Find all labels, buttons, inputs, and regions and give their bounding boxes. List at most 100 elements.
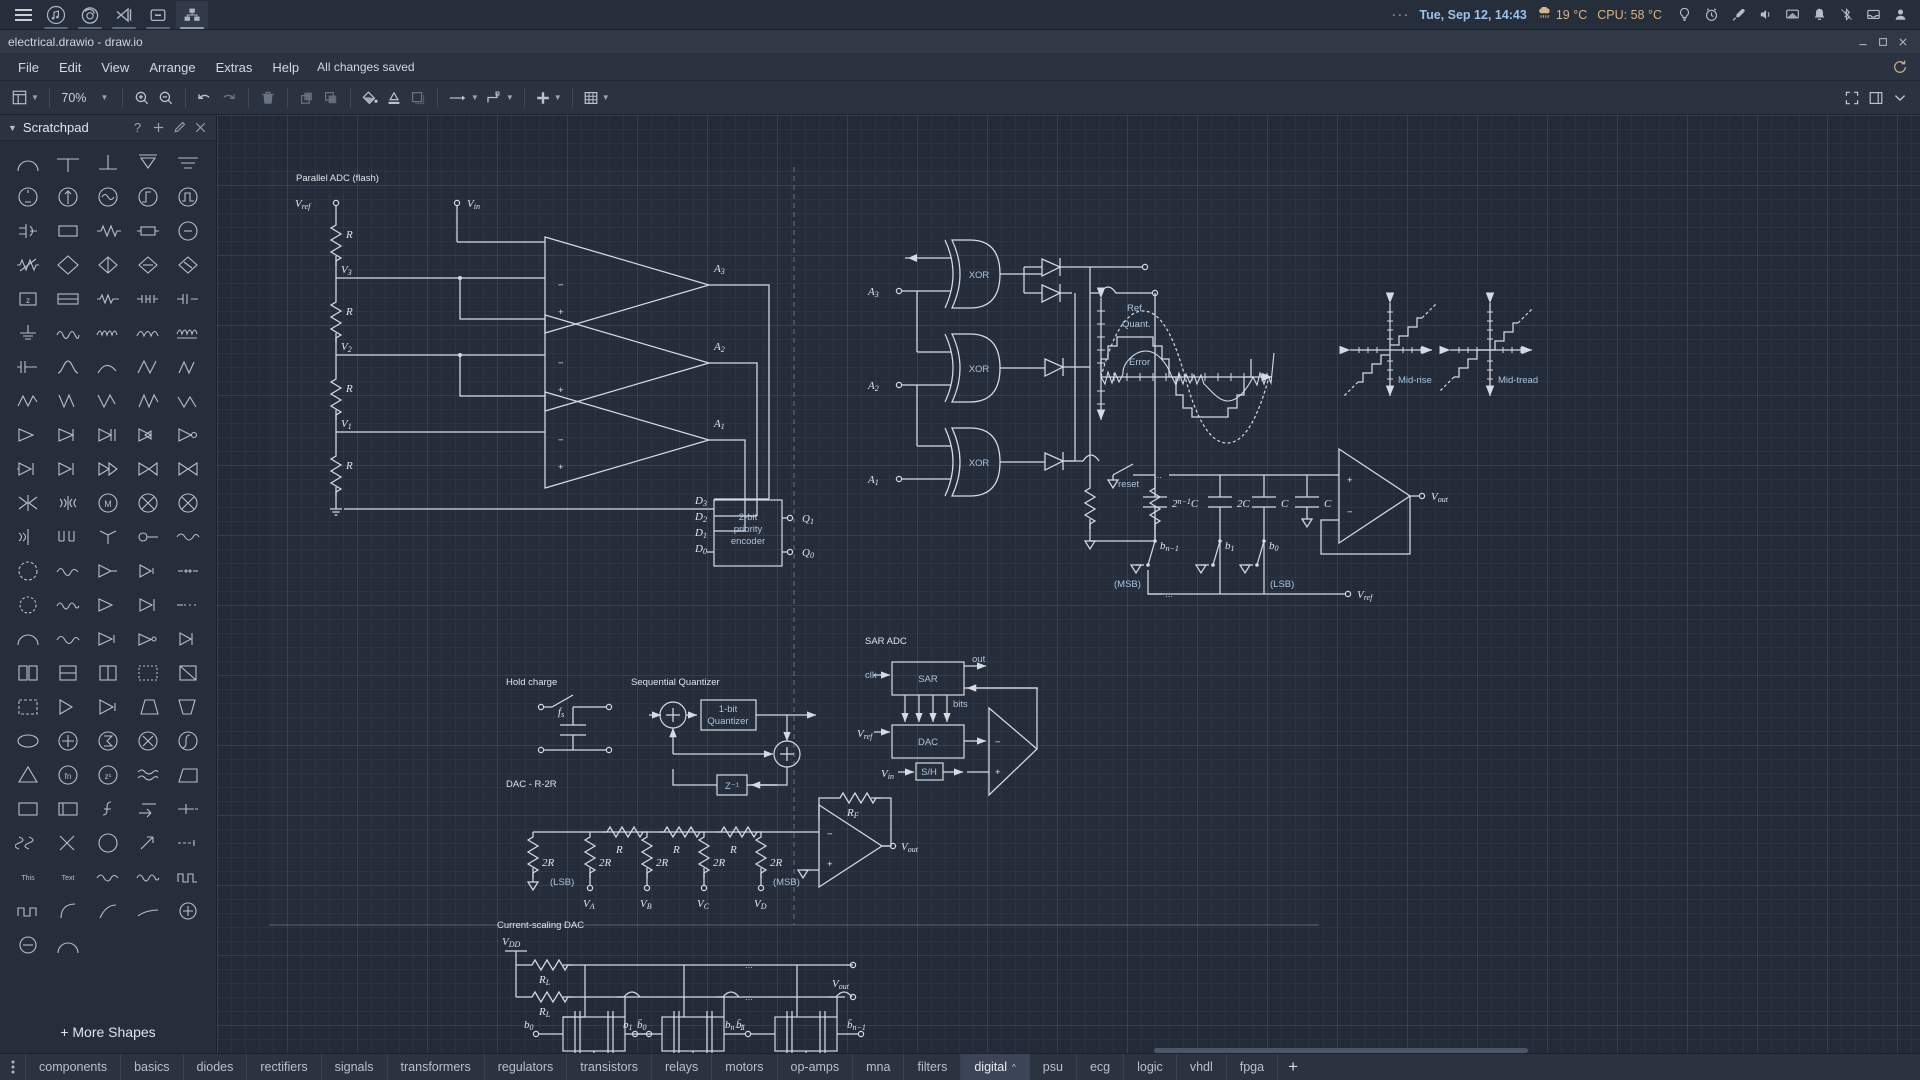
menu-edit[interactable]: Edit (49, 56, 91, 79)
lightbulb-icon[interactable] (1676, 7, 1692, 23)
shape-item-box6[interactable] (8, 692, 48, 721)
tab-op-amps[interactable]: op-amps (778, 1054, 854, 1080)
waypoints-icon[interactable]: ▼ (445, 85, 482, 111)
shape-item-box3[interactable] (88, 658, 128, 687)
shape-item-tri5[interactable] (168, 420, 208, 449)
menu-file[interactable]: File (8, 56, 49, 79)
shape-item-tri1[interactable] (8, 420, 48, 449)
shape-item-diamond[interactable] (48, 250, 88, 279)
shape-item-ellipse2[interactable] (8, 726, 48, 755)
shape-item-trap2[interactable] (168, 692, 208, 721)
menu-help[interactable]: Help (262, 56, 309, 79)
tab-vhdl[interactable]: vhdl (1177, 1054, 1227, 1080)
shape-item-arr-r[interactable] (128, 794, 168, 823)
shape-item-wave[interactable] (168, 522, 208, 551)
shape-item-src-sine[interactable] (88, 182, 128, 211)
user-icon[interactable] (1892, 7, 1908, 23)
shape-item-wave5[interactable] (128, 862, 168, 891)
to-front-icon[interactable] (295, 85, 319, 111)
shape-item-box7[interactable] (8, 794, 48, 823)
tab-signals[interactable]: signals (322, 1054, 388, 1080)
shape-item-rect[interactable] (48, 216, 88, 245)
bell-icon[interactable] (1811, 7, 1827, 23)
cpu-temp-indicator[interactable]: CPU: 58 °C (1597, 8, 1662, 22)
alarm-clock-icon[interactable] (1703, 7, 1719, 23)
shape-item-inductor[interactable] (168, 318, 208, 347)
shape-item-sq2[interactable] (8, 896, 48, 925)
zoom-dropdown-button[interactable]: ▼ (91, 85, 115, 111)
to-back-icon[interactable] (319, 85, 343, 111)
shape-item-src-pulse[interactable] (168, 182, 208, 211)
edge-style-icon[interactable]: ▼ (482, 85, 517, 111)
music-note-icon[interactable] (40, 1, 72, 29)
shape-item-xcirc2[interactable] (168, 488, 208, 517)
tab-rectifiers[interactable]: rectifiers (247, 1054, 322, 1080)
shape-item-tri13[interactable] (88, 624, 128, 653)
close-icon[interactable] (1897, 36, 1908, 47)
archive-box-icon[interactable] (142, 1, 174, 29)
menu-arrange[interactable]: Arrange (139, 56, 205, 79)
tab-basics[interactable]: basics (121, 1054, 184, 1080)
scratchpad-shape-list[interactable]: z Mfn z¹ This Text (0, 141, 216, 1011)
shape-item-diamond3[interactable] (128, 250, 168, 279)
tab-digital[interactable]: digital ^ (961, 1054, 1030, 1080)
more-shapes-button[interactable]: + More Shapes (0, 1011, 216, 1053)
shape-item-diamond4[interactable] (168, 250, 208, 279)
shape-item-tri15[interactable] (168, 624, 208, 653)
shape-item-res-small3[interactable] (168, 284, 208, 313)
shape-item-motor-m[interactable]: M (88, 488, 128, 517)
shape-item-zig7[interactable] (168, 386, 208, 415)
save-status-label[interactable]: All changes saved (317, 60, 414, 74)
zoom-in-icon[interactable] (130, 85, 154, 111)
inbox-icon[interactable] (1865, 7, 1881, 23)
weather-indicator[interactable]: 19 °C (1537, 5, 1587, 23)
edit-icon[interactable] (172, 120, 187, 135)
shape-item-xcirc[interactable] (128, 488, 168, 517)
shape-item-res-small2[interactable] (128, 284, 168, 313)
shape-item-coil3[interactable] (128, 318, 168, 347)
tab-relays[interactable]: relays (652, 1054, 713, 1080)
shadow-icon[interactable] (406, 85, 430, 111)
minimize-icon[interactable] (1857, 36, 1868, 47)
hamburger-icon[interactable] (8, 2, 38, 28)
shape-item-tri8[interactable] (88, 454, 128, 483)
volume-icon[interactable] (1757, 7, 1773, 23)
add-sheet-button[interactable]: + (1278, 1054, 1308, 1080)
shape-item-cap2[interactable] (8, 352, 48, 381)
chevron-down-icon[interactable] (1888, 85, 1912, 111)
tab-transistors[interactable]: transistors (567, 1054, 652, 1080)
shape-item-int-circ[interactable] (168, 726, 208, 755)
shape-item-this[interactable]: This (8, 862, 48, 891)
table-icon[interactable]: ▼ (580, 85, 613, 111)
shape-item-minus-c[interactable] (8, 930, 48, 959)
delete-icon[interactable] (256, 85, 280, 111)
electrical-diagram[interactable]: .ln { stroke:#d6dae2; stroke-width:1.25;… (217, 115, 1920, 1053)
shape-item-src-step[interactable] (128, 182, 168, 211)
shape-item-gnd2[interactable] (8, 318, 48, 347)
shape-item-tri7[interactable] (48, 454, 88, 483)
shape-item-arc2[interactable] (8, 624, 48, 653)
shape-item-dots[interactable] (168, 556, 208, 585)
shape-item-res-small[interactable] (88, 284, 128, 313)
shape-item-src-dc[interactable] (8, 182, 48, 211)
redo-icon[interactable] (217, 85, 241, 111)
shape-item-fn[interactable]: fn (48, 760, 88, 789)
chevron-down-icon[interactable]: ▼ (8, 123, 17, 133)
tab-diodes[interactable]: diodes (184, 1054, 248, 1080)
maximize-icon[interactable] (1877, 36, 1888, 47)
shape-item-dash-arr[interactable] (168, 828, 208, 857)
overflow-menu-button[interactable]: ··· (1391, 7, 1409, 22)
shape-item-box8[interactable] (48, 794, 88, 823)
zoom-out-icon[interactable] (154, 85, 178, 111)
undo-icon[interactable] (193, 85, 217, 111)
add-icon[interactable] (151, 120, 166, 135)
color-picker-icon[interactable] (1730, 7, 1746, 23)
tab-menu-icon[interactable] (0, 1054, 26, 1080)
shape-item-curve3[interactable] (48, 896, 88, 925)
shape-item-src-arrow[interactable] (48, 182, 88, 211)
help-icon[interactable]: ? (130, 120, 145, 135)
shape-item-z-box[interactable]: z (8, 284, 48, 313)
shape-item-plus-c[interactable] (168, 896, 208, 925)
bluetooth-off-icon[interactable] (1838, 7, 1854, 23)
tab-logic[interactable]: logic (1124, 1054, 1177, 1080)
